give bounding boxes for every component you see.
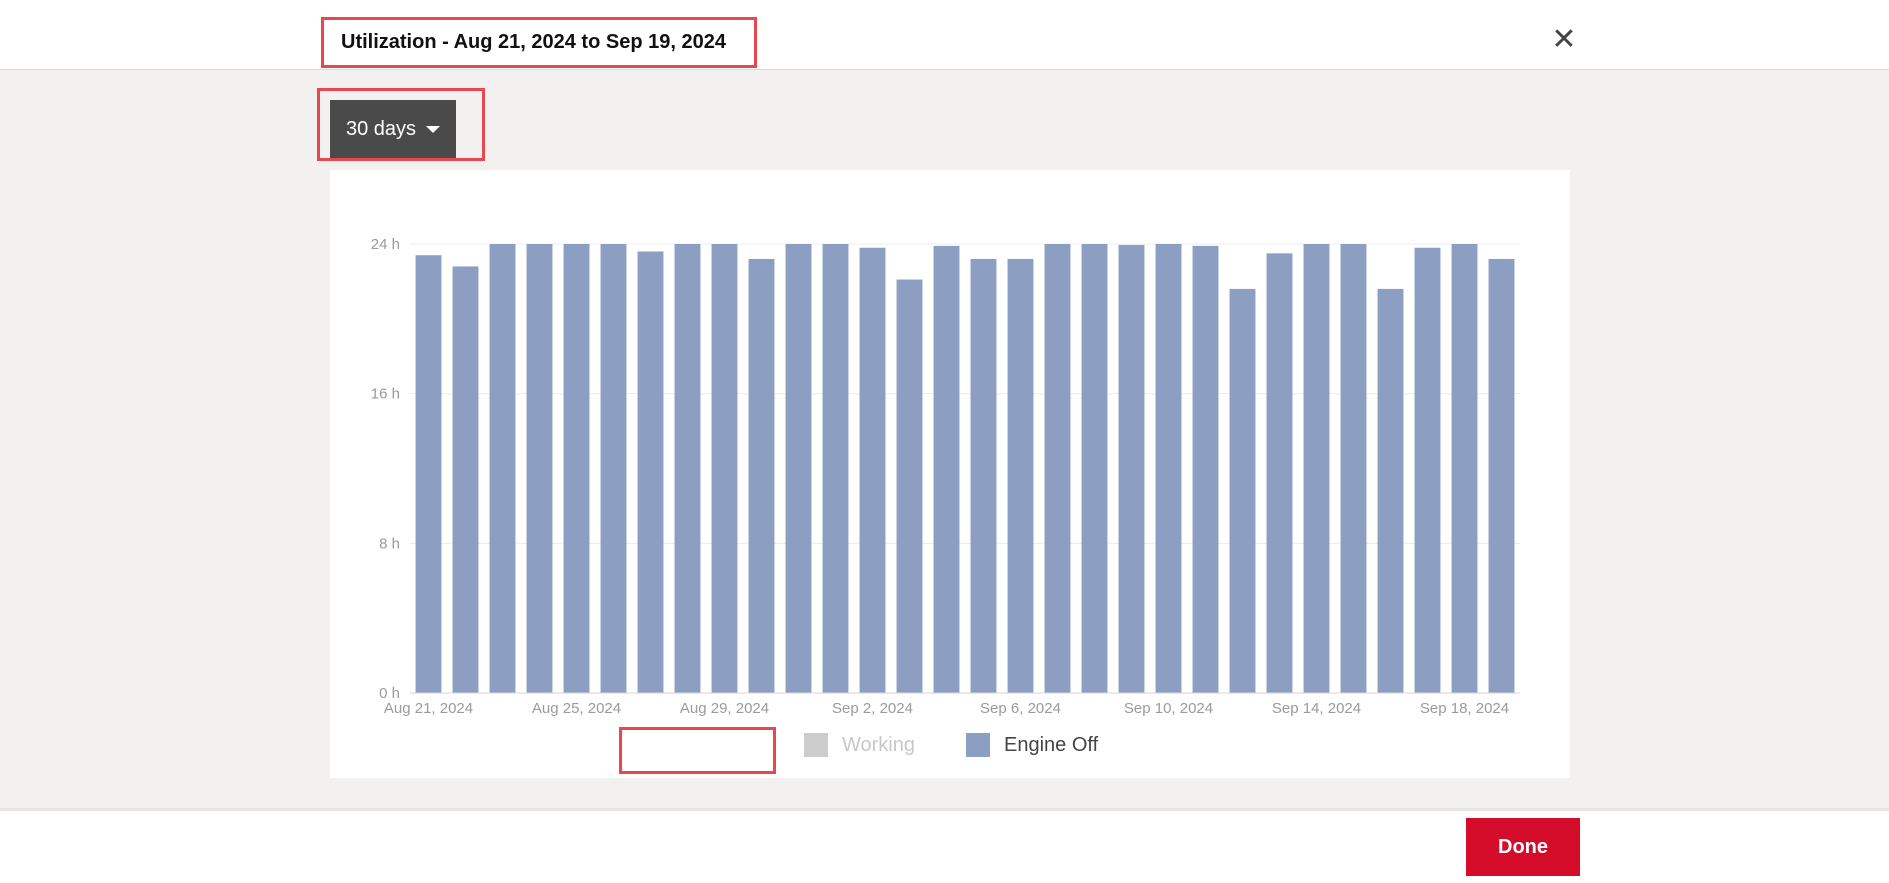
x-tick-label: Sep 6, 2024: [980, 700, 1061, 717]
bar: [1303, 244, 1330, 693]
bar: [1451, 244, 1478, 693]
bar: [674, 244, 701, 693]
bar: [1007, 258, 1034, 693]
legend-swatch-working: [804, 733, 828, 757]
x-tick-label: Aug 25, 2024: [532, 700, 621, 717]
legend-label-working: Working: [842, 733, 915, 756]
bar: [711, 244, 738, 693]
bar: [1118, 244, 1145, 693]
x-tick-label: Aug 29, 2024: [680, 700, 769, 717]
bar: [1081, 244, 1108, 693]
bar: [489, 244, 516, 693]
dialog-header: Utilization - Aug 21, 2024 to Sep 19, 20…: [0, 0, 1889, 70]
close-icon[interactable]: ✕: [1551, 22, 1577, 57]
bar: [600, 244, 627, 693]
utilization-chart: 0 h8 h 16 h 24 h Aug 21, 2024 Aug 25, 2024 Au…: [330, 170, 1570, 778]
legend-item-engine-off[interactable]: Engine Off: [966, 733, 1098, 757]
bar: [859, 247, 886, 693]
bar: [1155, 244, 1182, 693]
bar: [822, 244, 849, 693]
bar: [526, 244, 553, 693]
bar: [1414, 247, 1441, 693]
chart-legend: Working Engine Off: [330, 720, 1570, 770]
range-dropdown[interactable]: 30 days: [330, 100, 456, 158]
legend-swatch-engine-off: [966, 733, 990, 757]
bar: [1229, 288, 1256, 693]
x-tick-label: Sep 2, 2024: [832, 700, 913, 717]
bar: [1488, 258, 1515, 693]
bar: [563, 244, 590, 693]
x-tick-label: Sep 18, 2024: [1420, 700, 1509, 717]
bar: [415, 255, 442, 693]
legend-label-engine-off: Engine Off: [1004, 733, 1099, 756]
caret-down-icon: [426, 125, 441, 133]
range-dropdown-label: 30 days: [345, 117, 417, 140]
y-tick-label: 16 h: [371, 386, 400, 403]
bar: [748, 258, 775, 693]
bar: [1192, 245, 1219, 693]
bar: [785, 244, 812, 693]
bar: [1377, 288, 1404, 693]
bar: [637, 251, 664, 693]
bar: [452, 266, 479, 693]
x-tick-label: Aug 21, 2024: [384, 700, 473, 717]
done-button[interactable]: Done: [1466, 818, 1580, 876]
chart-svg: 0 h8 h16 h24 hAug 21, 2024 Aug 25, 2024 Au…: [371, 236, 1520, 717]
dialog-footer: [0, 808, 1889, 883]
bar: [970, 258, 997, 693]
x-tick-label: Sep 14, 2024: [1272, 700, 1361, 717]
bar: [1340, 244, 1367, 693]
dialog-title: Utilization - Aug 21, 2024 to Sep 19, 20…: [321, 17, 757, 68]
bar: [1044, 244, 1071, 693]
bar: [933, 245, 960, 693]
y-tick-label: 24 h: [371, 236, 400, 253]
x-tick-label: Sep 10, 2024: [1124, 700, 1213, 717]
bar: [1266, 253, 1293, 693]
legend-item-working[interactable]: Working: [804, 733, 915, 757]
bar: [896, 279, 923, 693]
y-tick-label: 8 h: [379, 535, 400, 552]
